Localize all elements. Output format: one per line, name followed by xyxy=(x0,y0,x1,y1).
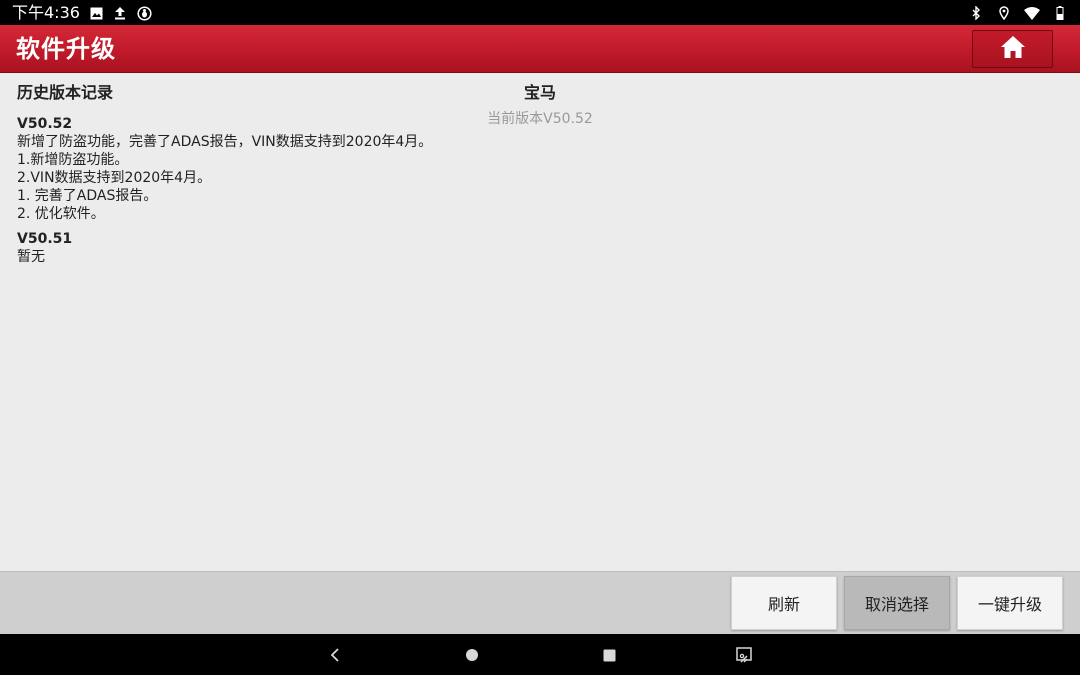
status-left-icons xyxy=(88,5,152,21)
one-click-upgrade-button[interactable]: 一键升级 xyxy=(957,576,1063,630)
upload-icon xyxy=(112,5,128,21)
debug-icon xyxy=(136,5,152,21)
brand-name: 宝马 xyxy=(523,83,556,102)
wifi-icon xyxy=(1024,5,1040,21)
image-icon xyxy=(88,5,104,21)
home-button[interactable] xyxy=(972,30,1053,68)
location-icon xyxy=(996,5,1012,21)
refresh-button[interactable]: 刷新 xyxy=(731,576,837,630)
version-note: 2.VIN数据支持到2020年4月。 xyxy=(17,170,212,186)
page-title: 软件升级 xyxy=(16,35,116,63)
version-entry: V50.52 新增了防盗功能，完善了ADAS报告，VIN数据支持到2020年4月… xyxy=(17,115,432,223)
content-panel: 历史版本记录 宝马 当前版本V50.52 V50.52 新增了防盗功能，完善了A… xyxy=(0,73,1080,571)
version-note: 暂无 xyxy=(17,249,45,265)
current-version: 当前版本V50.52 xyxy=(487,111,593,127)
version-note: 2. 优化软件。 xyxy=(17,206,105,222)
version-note: 1. 完善了ADAS报告。 xyxy=(17,188,158,204)
home-circle-icon[interactable] xyxy=(459,642,485,668)
home-icon xyxy=(1000,35,1026,63)
status-time: 下午4:36 xyxy=(12,3,80,22)
version-note: 新增了防盗功能，完善了ADAS报告，VIN数据支持到2020年4月。 xyxy=(17,134,433,150)
status-bar: 下午4:36 xyxy=(0,0,1080,25)
recents-icon[interactable] xyxy=(596,642,622,668)
title-bar: 软件升级 xyxy=(0,25,1080,73)
version-history-list[interactable]: V50.52 新增了防盗功能，完善了ADAS报告，VIN数据支持到2020年4月… xyxy=(17,115,432,273)
bluetooth-icon xyxy=(968,5,984,21)
battery-icon xyxy=(1052,5,1068,21)
action-bar: 刷新 取消选择 一键升级 xyxy=(0,571,1080,634)
version-number: V50.51 xyxy=(17,231,73,247)
navigation-bar xyxy=(0,634,1080,675)
screenshot-icon[interactable] xyxy=(731,642,757,668)
history-heading: 历史版本记录 xyxy=(17,83,114,102)
cancel-selection-button[interactable]: 取消选择 xyxy=(844,576,950,630)
version-number: V50.52 xyxy=(17,116,73,132)
back-icon[interactable] xyxy=(322,642,348,668)
status-right-icons xyxy=(968,5,1068,21)
version-note: 1.新增防盗功能。 xyxy=(17,152,129,168)
version-entry: V50.51 暂无 xyxy=(17,230,432,266)
